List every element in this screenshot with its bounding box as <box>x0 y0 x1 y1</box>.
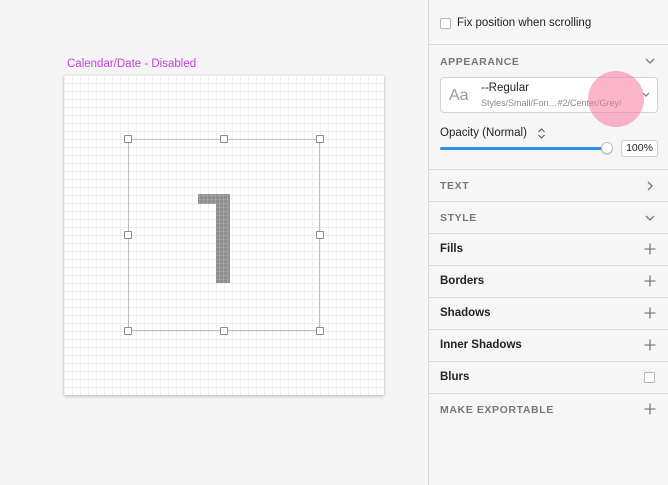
opacity-slider[interactable] <box>440 142 613 154</box>
fills-label: Fills <box>440 243 464 255</box>
text-section-title: TEXT <box>440 180 470 192</box>
borders-label: Borders <box>440 275 485 287</box>
text-style-picker[interactable]: Aa --Regular Styles/Small/Fon…#2/Center/… <box>440 77 658 113</box>
text-style-path: Styles/Small/Fon…#2/Center/Grey/ <box>481 98 622 108</box>
resize-handle-top-right[interactable] <box>316 135 324 143</box>
resize-handle-bottom-left[interactable] <box>124 327 132 335</box>
plus-icon[interactable] <box>644 403 656 415</box>
plus-icon[interactable] <box>644 275 656 287</box>
inner-shadows-label: Inner Shadows <box>440 339 522 351</box>
shadows-row: Shadows <box>429 298 668 330</box>
opacity-label: Opacity (Normal) <box>440 127 527 139</box>
opacity-slider-knob[interactable] <box>600 142 613 154</box>
plus-icon[interactable] <box>644 339 656 351</box>
resize-handle-right[interactable] <box>316 231 324 239</box>
shadows-label: Shadows <box>440 307 491 319</box>
opacity-value-input[interactable]: 100% <box>621 140 658 157</box>
chevron-right-icon[interactable] <box>644 180 656 192</box>
canvas-area[interactable]: Calendar/Date - Disabled <box>0 0 428 485</box>
plus-icon[interactable] <box>644 307 656 319</box>
borders-row: Borders <box>429 266 668 298</box>
blurs-row: Blurs <box>429 362 668 394</box>
chevron-down-icon <box>642 92 650 97</box>
artboard-title[interactable]: Calendar/Date - Disabled <box>67 58 196 70</box>
opacity-slider-fill <box>440 147 607 150</box>
chevron-down-icon[interactable] <box>644 212 656 224</box>
fix-position-label[interactable]: Fix position when scrolling <box>457 17 591 29</box>
fix-position-checkbox[interactable] <box>440 18 451 29</box>
inner-shadows-row: Inner Shadows <box>429 330 668 362</box>
inspector-panel: Fix position when scrolling APPEARANCE A… <box>428 0 668 485</box>
appearance-title[interactable]: APPEARANCE <box>440 56 520 68</box>
fix-position-row: Fix position when scrolling <box>429 0 668 45</box>
blurs-checkbox[interactable] <box>644 372 655 383</box>
text-style-preview: Aa <box>449 87 469 104</box>
style-section[interactable]: STYLE <box>429 202 668 234</box>
chevron-down-icon[interactable] <box>644 55 656 67</box>
resize-handle-left[interactable] <box>124 231 132 239</box>
blurs-label: Blurs <box>440 371 470 383</box>
resize-handle-bottom-right[interactable] <box>316 327 324 335</box>
plus-icon[interactable] <box>644 243 656 255</box>
resize-handle-bottom[interactable] <box>220 327 228 335</box>
resize-handle-top-left[interactable] <box>124 135 132 143</box>
text-section[interactable]: TEXT <box>429 170 668 202</box>
up-down-stepper-icon[interactable] <box>537 127 546 140</box>
pixel-digit-one-icon[interactable] <box>196 192 230 284</box>
make-exportable-section: MAKE EXPORTABLE <box>429 394 668 426</box>
text-style-name: --Regular <box>481 82 529 94</box>
resize-handle-top[interactable] <box>220 135 228 143</box>
make-exportable-title: MAKE EXPORTABLE <box>440 404 554 416</box>
fills-row: Fills <box>429 234 668 266</box>
style-section-title: STYLE <box>440 212 477 224</box>
